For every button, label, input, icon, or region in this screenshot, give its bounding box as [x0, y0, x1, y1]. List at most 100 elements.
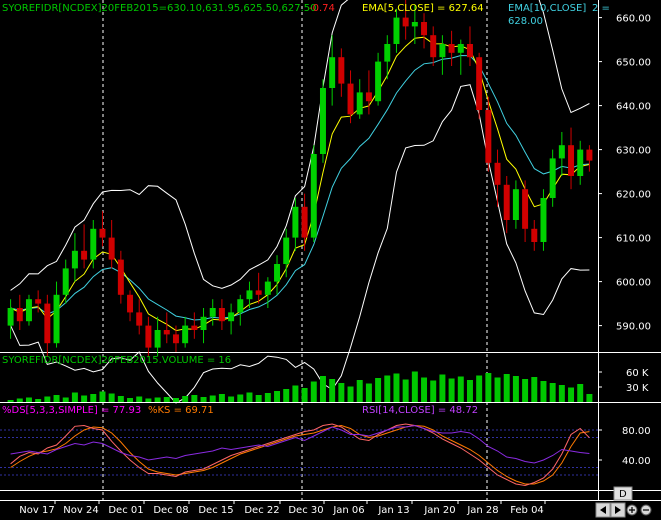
date-tick-label: Jan 20: [423, 505, 455, 516]
volume-bar: [154, 397, 161, 402]
volume-bar: [16, 398, 23, 402]
candle-body: [71, 250, 78, 269]
candle-body: [228, 312, 235, 322]
volume-bar: [90, 394, 97, 402]
candle-body: [310, 154, 317, 238]
volume-bar: [145, 398, 152, 402]
volume-bar: [62, 397, 69, 402]
candle-body: [522, 189, 529, 229]
candle-body: [25, 299, 32, 322]
volume-bar: [558, 385, 565, 402]
candle-body: [457, 44, 464, 53]
volume-bar: [512, 376, 519, 402]
volume-bar: [99, 391, 106, 402]
volume-bar: [439, 374, 446, 402]
candle-body: [393, 17, 400, 44]
volume-bar: [274, 391, 281, 402]
candle-body: [301, 206, 308, 238]
candle-body: [283, 237, 290, 264]
stock-chart[interactable]: 660.00 650.00 640.00 630.00 620.00 610.00 600.…: [0, 0, 661, 520]
candle-body: [384, 44, 391, 62]
candle-body: [237, 299, 244, 313]
ema10-label-number: 2 =: [592, 3, 610, 14]
candle-body: [476, 57, 483, 110]
rsi-label: RSI[14,CLOSE] = 48.72: [362, 405, 478, 416]
volume-bar: [218, 394, 225, 402]
volume-bar: [292, 385, 299, 402]
volume-bar: [283, 389, 290, 402]
candle-body: [218, 308, 225, 322]
candle-body: [329, 57, 336, 88]
candle-body: [494, 162, 501, 185]
volume-bar: [200, 397, 207, 402]
volume-bar: [81, 395, 88, 402]
ema5-label: EMA[5,CLOSE] = 627.64: [362, 3, 484, 14]
price-tick-label: 640.00: [616, 102, 651, 113]
candle-body: [81, 250, 88, 260]
candle-body: [145, 325, 152, 348]
volume-bar: [264, 393, 271, 402]
volume-bar: [476, 375, 483, 402]
volume-bar: [117, 396, 124, 402]
volume-bar: [347, 386, 354, 402]
candle-body: [274, 264, 281, 282]
candle-body: [62, 268, 69, 295]
date-tick-label: Dec 22: [244, 505, 279, 516]
volume-bar: [329, 379, 336, 402]
volume-bar: [430, 380, 437, 402]
volume-bar: [568, 387, 575, 402]
date-tick-label: Feb 04: [510, 505, 544, 516]
volume-bar: [228, 396, 235, 402]
candle-body: [568, 145, 575, 176]
volume-bar: [53, 395, 60, 402]
volume-bar: [494, 377, 501, 402]
volume-bar: [246, 392, 253, 402]
candle-body: [191, 325, 198, 330]
date-tick-label: Jan 28: [466, 505, 498, 516]
candle-body: [347, 83, 354, 115]
volume-bar: [466, 380, 473, 402]
volume-bar: [71, 392, 78, 402]
date-tick-label: Dec 01: [108, 505, 143, 516]
volume-bar: [411, 371, 418, 402]
volume-bar: [393, 373, 400, 402]
volume-bar: [172, 398, 179, 402]
date-tick-label: Nov 24: [63, 505, 98, 516]
candle-body: [163, 330, 170, 335]
candle-body: [375, 61, 382, 102]
candle-body: [402, 17, 409, 27]
candle-body: [44, 303, 51, 344]
volume-bar: [25, 397, 32, 402]
volume-title: SYOREFIDR[NCDEX]20FEB2015.VOLUME = 16: [2, 355, 231, 366]
candle-body: [586, 149, 593, 161]
price-tick-label: 610.00: [616, 234, 651, 245]
volume-tick-label: 60 K: [626, 368, 649, 379]
candle-body: [246, 290, 253, 300]
volume-bar: [182, 396, 189, 402]
candle-body: [421, 22, 428, 36]
candle-body: [90, 228, 97, 260]
candle-body: [319, 88, 326, 154]
volume-bar: [255, 395, 262, 402]
volume-bar: [319, 376, 326, 402]
volume-bar: [365, 383, 372, 402]
date-tick-label: Jan 13: [377, 505, 409, 516]
candle-body: [292, 206, 299, 238]
volume-bar: [35, 399, 42, 402]
candle-body: [485, 110, 492, 163]
volume-bar: [7, 400, 14, 402]
candle-body: [338, 57, 345, 84]
volume-bar: [310, 381, 317, 402]
candle-body: [209, 308, 216, 317]
date-tick-label: Dec 15: [198, 505, 233, 516]
price-title: SYOREFIDR[NCDEX]20FEB2015=630.10,631.95,…: [2, 3, 317, 14]
ema10-label: EMA[10,CLOSE]: [508, 3, 586, 14]
candle-body: [466, 44, 473, 58]
date-tick-label: Nov 17: [19, 505, 54, 516]
volume-bar: [522, 379, 529, 402]
volume-bar: [384, 375, 391, 402]
candle-body: [16, 308, 23, 322]
d-button-label: D: [619, 489, 627, 500]
candle-body: [53, 294, 60, 344]
candle-body: [136, 312, 143, 326]
